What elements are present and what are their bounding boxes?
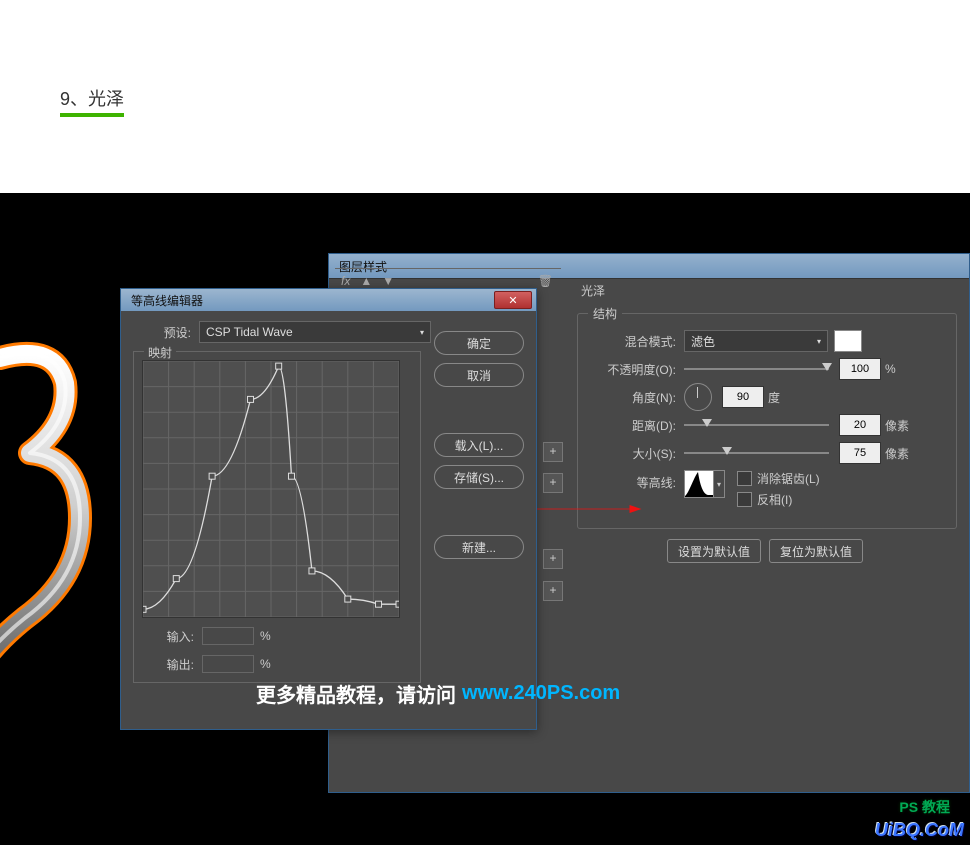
chevron-down-icon: ▾ [817,337,821,346]
output-value-box[interactable] [202,655,254,673]
preset-select[interactable]: CSP Tidal Wave ▾ [199,321,431,343]
set-defaults-button[interactable]: 设置为默认值 [667,539,761,563]
close-button[interactable]: ✕ [494,291,532,309]
size-input[interactable] [839,442,881,464]
reset-defaults-button[interactable]: 复位为默认值 [769,539,863,563]
blend-mode-select[interactable]: 滤色 ▾ [684,330,828,352]
color-swatch[interactable] [834,330,862,352]
ps-logo: PS 教程 [899,797,950,817]
blend-mode-label: 混合模式: [588,333,676,350]
mapping-legend: 映射 [144,344,176,361]
opacity-label: 不透明度(O): [588,361,676,378]
structure-fieldset: 结构 混合模式: 滤色 ▾ 不透明度(O): [577,313,957,529]
move-down-icon[interactable]: ▼ [382,274,394,288]
input-label: 输入: [142,628,194,645]
artwork-glyph [0,338,130,698]
contour-thumbnail[interactable] [684,470,714,498]
move-up-icon[interactable]: ▲ [360,274,372,288]
fx-icon[interactable]: fx [341,274,350,288]
trash-icon[interactable]: 🗑 [538,274,553,288]
angle-unit: 度 [768,389,780,406]
curve-canvas[interactable] [142,360,400,618]
blend-mode-value: 滤色 [691,333,715,350]
angle-dial[interactable] [684,383,712,411]
effect-title: 光泽 [581,282,957,299]
distance-slider[interactable] [684,424,829,426]
step-label: 9、光泽 [60,85,124,117]
contour-editor-dialog: 等高线编辑器 ✕ 预设: CSP Tidal Wave ▾ 映射 [120,288,537,730]
contour-label: 等高线: [588,470,676,491]
ok-button[interactable]: 确定 [434,331,524,355]
preset-value: CSP Tidal Wave [206,325,293,339]
add-effect-button[interactable]: + [543,549,563,569]
antialias-label: 消除锯齿(L) [757,470,820,487]
new-button[interactable]: 新建... [434,535,524,559]
angle-input[interactable] [722,386,764,408]
input-value-box[interactable] [202,627,254,645]
angle-label: 角度(N): [588,389,676,406]
invert-checkbox[interactable] [737,492,752,507]
pct-label: % [260,629,271,643]
load-button[interactable]: 载入(L)... [434,433,524,457]
opacity-slider[interactable] [684,368,829,370]
size-unit: 像素 [885,445,909,462]
chevron-down-icon: ▾ [420,328,424,337]
contour-editor-title: 等高线编辑器 [131,292,203,309]
invert-label: 反相(I) [757,491,792,508]
add-effect-button[interactable]: + [543,581,563,601]
pct-label: % [260,657,271,671]
mapping-group: 映射 输入: % 输出: % [133,351,421,683]
cancel-button[interactable]: 取消 [434,363,524,387]
save-button[interactable]: 存储(S)... [434,465,524,489]
distance-unit: 像素 [885,417,909,434]
opacity-input[interactable] [839,358,881,380]
structure-legend: 结构 [588,305,622,322]
preset-label: 预设: [133,324,191,341]
uibq-logo: UiBQ.CoM [875,820,964,841]
size-label: 大小(S): [588,445,676,462]
add-effect-button[interactable]: + [543,473,563,493]
size-slider[interactable] [684,452,829,454]
contour-dropdown[interactable]: ▾ [714,470,725,498]
output-label: 输出: [142,656,194,673]
antialias-checkbox[interactable] [737,471,752,486]
canvas-background: 图层样式 + + + + fx ▲ ▼ 🗑 光泽 结构 [0,193,970,845]
distance-input[interactable] [839,414,881,436]
close-icon: ✕ [508,294,517,307]
contour-editor-titlebar[interactable]: 等高线编辑器 ✕ [121,289,536,311]
distance-label: 距离(D): [588,417,676,434]
add-effect-button[interactable]: + [543,442,563,462]
opacity-unit: % [885,362,896,376]
